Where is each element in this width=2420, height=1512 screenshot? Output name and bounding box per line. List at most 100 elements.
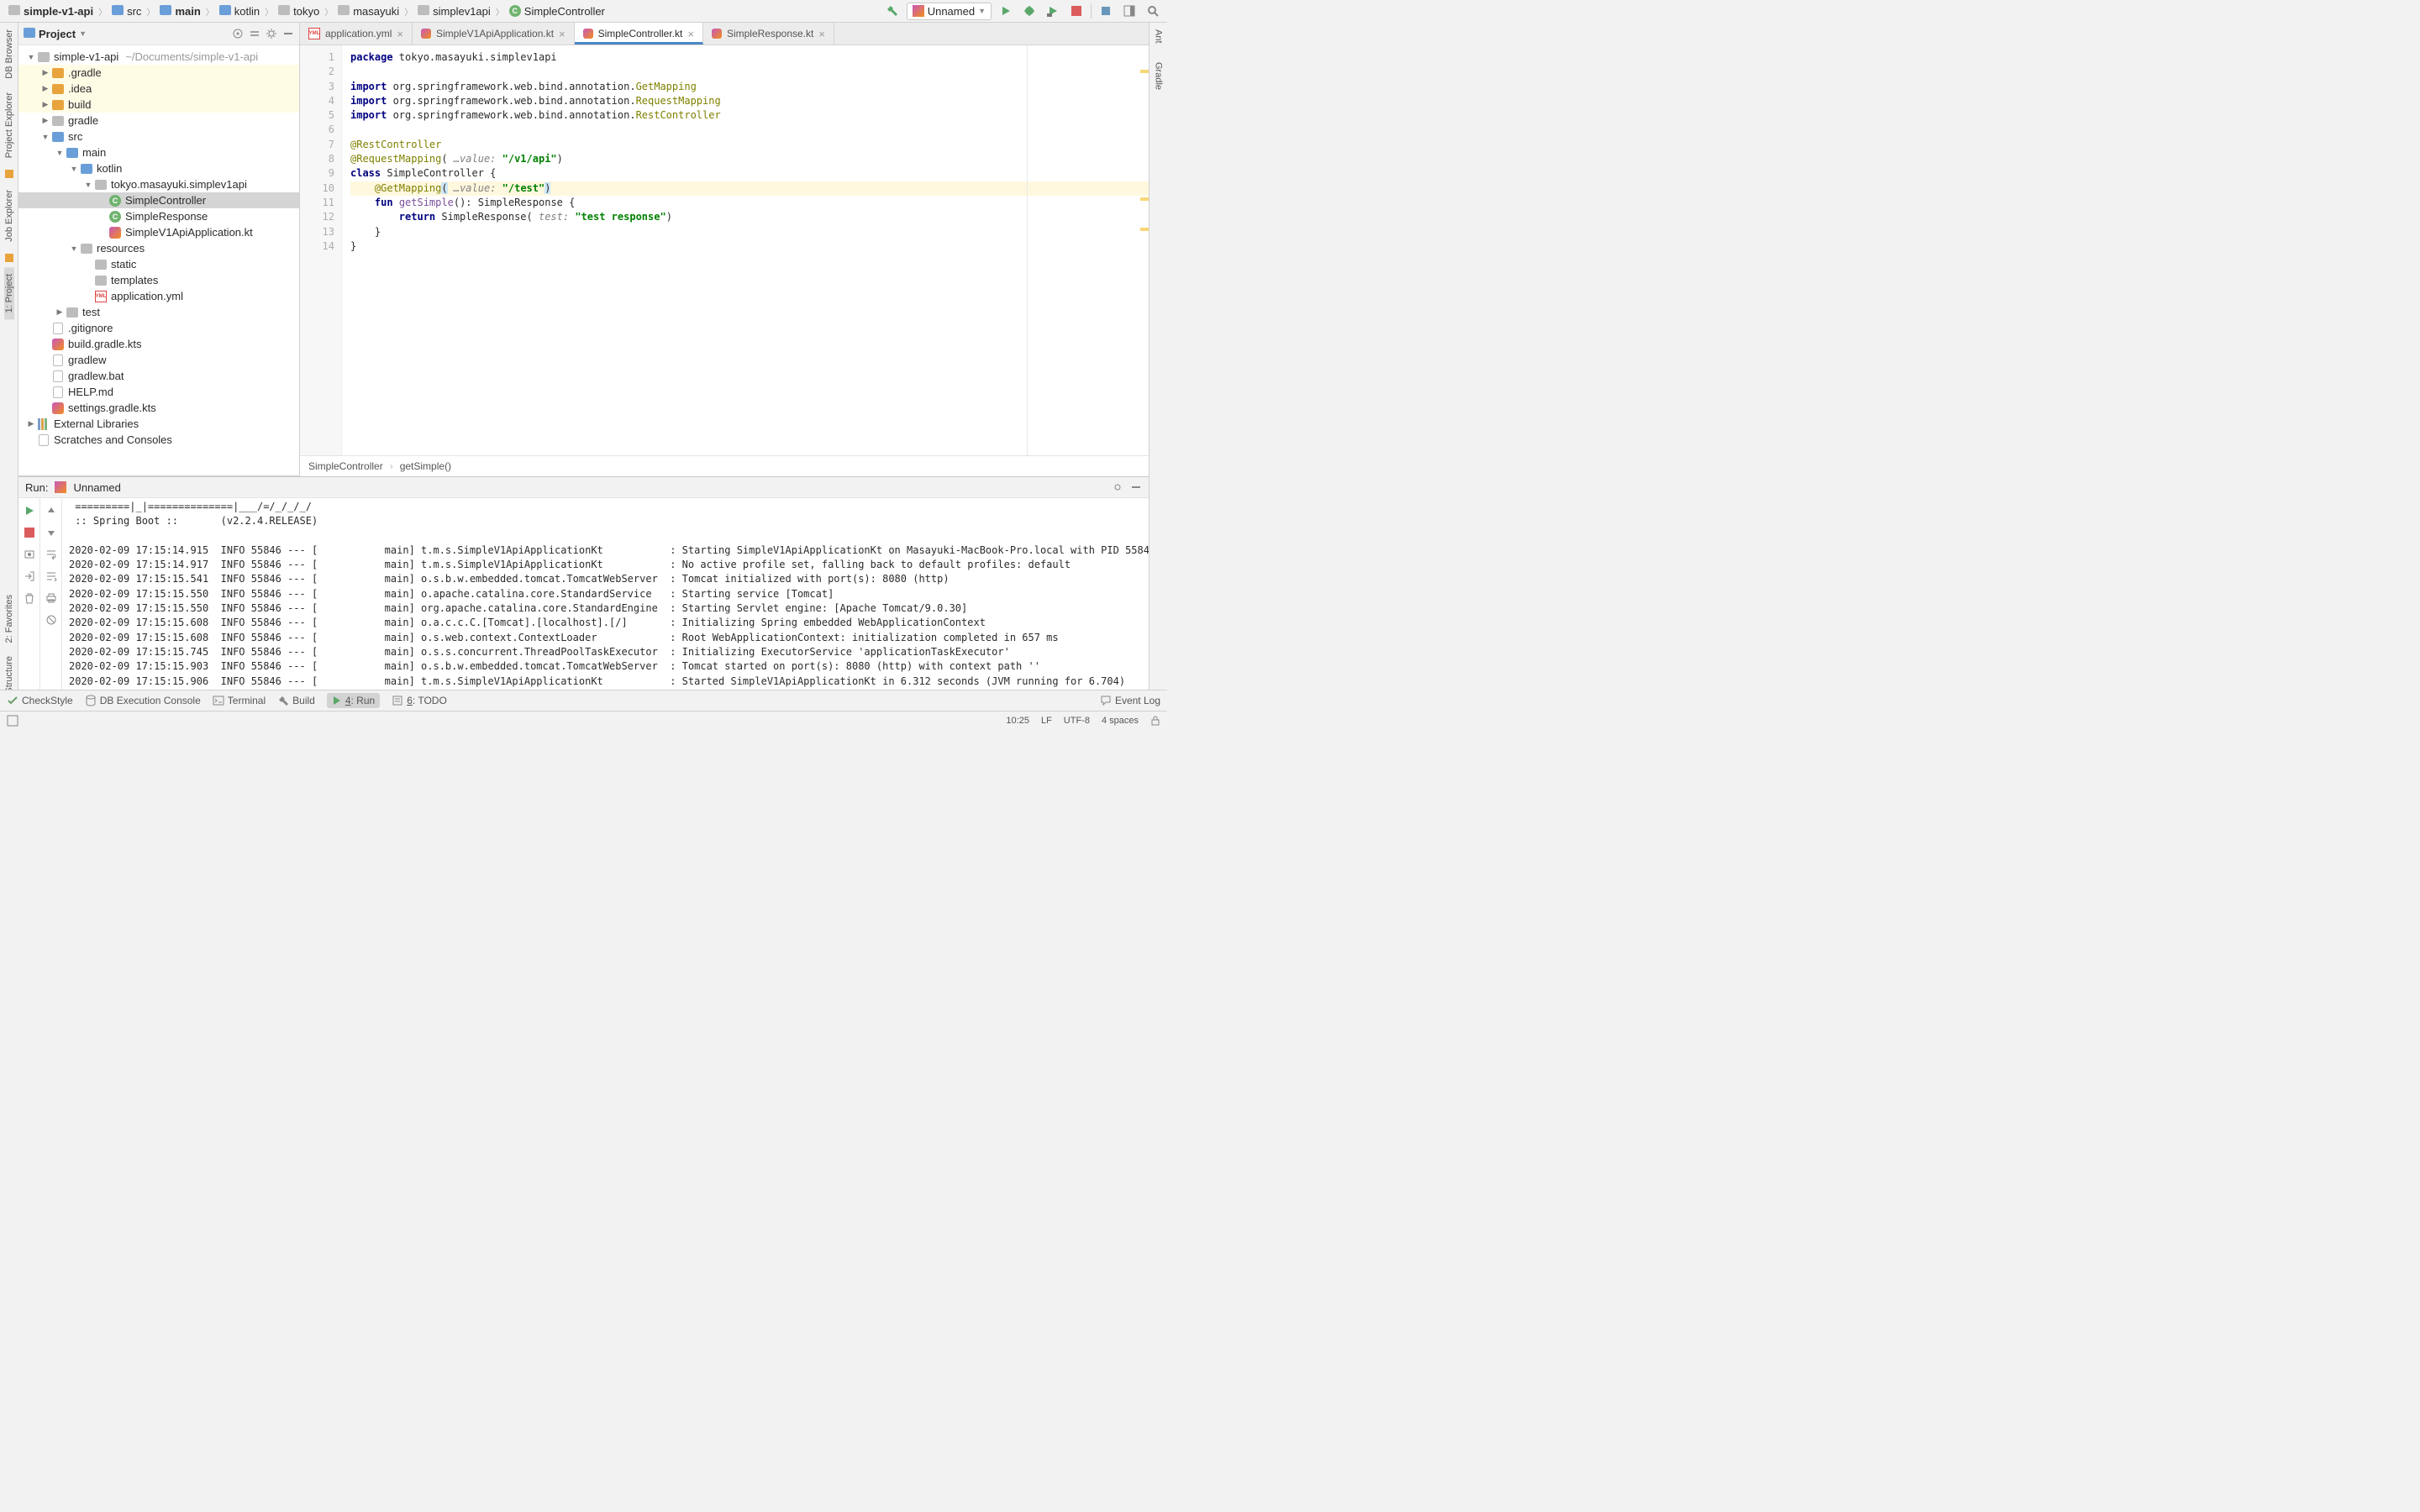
indent[interactable]: 4 spaces — [1102, 716, 1139, 726]
error-stripe[interactable] — [1139, 68, 1149, 434]
tree-build[interactable]: ▶build — [18, 97, 299, 113]
disclosure-icon[interactable]: ▶ — [39, 68, 51, 77]
hide-icon[interactable] — [282, 28, 294, 39]
tree-.gitignore[interactable]: .gitignore — [18, 320, 299, 336]
code-line-9[interactable]: class SimpleController { — [350, 166, 1149, 181]
tree-src[interactable]: ▼src — [18, 129, 299, 144]
toolwin-db-execution-console[interactable]: DB Execution Console — [85, 695, 201, 706]
crumb-kotlin[interactable]: kotlin — [216, 5, 263, 18]
tab-SimpleResponse.kt[interactable]: SimpleResponse.kt× — [703, 23, 834, 45]
code-line-7[interactable]: @RestController — [350, 138, 1149, 152]
git-button[interactable] — [1097, 2, 1115, 20]
disclosure-icon[interactable]: ▶ — [39, 84, 51, 93]
tree-resources[interactable]: ▼resources — [18, 240, 299, 256]
code-line-13[interactable]: } — [350, 225, 1149, 239]
crumb-class[interactable]: SimpleController — [308, 460, 383, 472]
tab-1-project[interactable]: 1: Project — [4, 267, 14, 319]
code-line-11[interactable]: fun getSimple(): SimpleResponse { — [350, 196, 1149, 210]
toolwin-4-run[interactable]: 4: Run — [327, 693, 380, 708]
toolwin-6-todo[interactable]: 6: TODO — [392, 695, 447, 706]
disclosure-icon[interactable]: ▼ — [68, 165, 80, 173]
code-line-3[interactable]: import org.springframework.web.bind.anno… — [350, 80, 1149, 94]
locate-icon[interactable] — [232, 28, 244, 39]
close-icon[interactable]: × — [687, 28, 694, 40]
disclosure-icon[interactable]: ▶ — [39, 100, 51, 109]
print-icon[interactable] — [42, 589, 60, 607]
disclosure-icon[interactable]: ▼ — [82, 181, 94, 189]
code-line-14[interactable]: } — [350, 239, 1149, 254]
tree-SimpleController[interactable]: CSimpleController — [18, 192, 299, 208]
tree-gradle[interactable]: ▶gradle — [18, 113, 299, 129]
code-line-1[interactable]: package tokyo.masayuki.simplev1api — [350, 50, 1149, 65]
tree-kotlin[interactable]: ▼kotlin — [18, 160, 299, 176]
scroll-icon[interactable] — [42, 567, 60, 585]
delete-button[interactable] — [20, 589, 39, 607]
tree-gradlew.bat[interactable]: gradlew.bat — [18, 368, 299, 384]
code-line-5[interactable]: import org.springframework.web.bind.anno… — [350, 108, 1149, 123]
code-line-10[interactable]: @GetMapping( …value: "/test") — [350, 181, 1149, 196]
debug-button[interactable] — [1020, 2, 1039, 20]
tree-application.yml[interactable]: YMLapplication.yml — [18, 288, 299, 304]
down-icon[interactable] — [42, 523, 60, 542]
tab-2-favorites[interactable]: 2: Favorites — [4, 588, 14, 649]
stop-button[interactable] — [20, 523, 39, 542]
tree-simple-v1-api[interactable]: ▼simple-v1-api~/Documents/simple-v1-api — [18, 49, 299, 65]
code-line-12[interactable]: return SimpleResponse( test: "test respo… — [350, 210, 1149, 224]
tree-gradlew[interactable]: gradlew — [18, 352, 299, 368]
tree-test[interactable]: ▶test — [18, 304, 299, 320]
lock-icon[interactable] — [1150, 716, 1160, 726]
tree-Scratches and Consoles[interactable]: Scratches and Consoles — [18, 432, 299, 448]
tab-project-explorer[interactable]: Project Explorer — [4, 86, 14, 165]
tree-HELP.md[interactable]: HELP.md — [18, 384, 299, 400]
tree-External Libraries[interactable]: ▶External Libraries — [18, 416, 299, 432]
gear-icon[interactable] — [266, 28, 277, 39]
code-line-4[interactable]: import org.springframework.web.bind.anno… — [350, 94, 1149, 108]
toolwin-build[interactable]: Build — [277, 695, 315, 706]
tree-build.gradle.kts[interactable]: build.gradle.kts — [18, 336, 299, 352]
crumb-src[interactable]: src — [108, 5, 145, 18]
tab-application.yml[interactable]: YMLapplication.yml× — [300, 23, 413, 45]
close-icon[interactable]: × — [559, 28, 566, 40]
disclosure-icon[interactable]: ▼ — [39, 133, 51, 141]
close-icon[interactable]: × — [818, 28, 825, 40]
event-log-button[interactable]: Event Log — [1100, 695, 1160, 706]
tree-settings.gradle.kts[interactable]: settings.gradle.kts — [18, 400, 299, 416]
wrap-icon[interactable] — [42, 545, 60, 564]
exit-button[interactable] — [20, 567, 39, 585]
tab-SimpleController.kt[interactable]: SimpleController.kt× — [575, 23, 703, 45]
file-encoding[interactable]: UTF-8 — [1064, 716, 1090, 726]
layout-button[interactable] — [1120, 2, 1139, 20]
close-icon[interactable]: × — [397, 28, 403, 40]
coverage-button[interactable] — [1044, 2, 1062, 20]
disclosure-icon[interactable]: ▶ — [25, 419, 37, 428]
caret-position[interactable]: 10:25 — [1006, 716, 1029, 726]
tab-job-explorer[interactable]: Job Explorer — [4, 183, 14, 249]
tree-.gradle[interactable]: ▶.gradle — [18, 65, 299, 81]
rerun-button[interactable] — [20, 501, 39, 520]
crumb-main[interactable]: main — [156, 5, 203, 18]
search-button[interactable] — [1144, 2, 1162, 20]
tab-gradle[interactable]: Gradle — [1154, 55, 1164, 97]
status-widgets-icon[interactable] — [7, 715, 18, 727]
console-output[interactable]: =========|_|==============|___/=/_/_/_/ … — [62, 498, 1149, 690]
disclosure-icon[interactable]: ▼ — [54, 149, 66, 157]
toolwin-terminal[interactable]: Terminal — [213, 695, 266, 706]
disclosure-icon[interactable]: ▶ — [39, 116, 51, 125]
tab-SimpleV1ApiApplication.kt[interactable]: SimpleV1ApiApplication.kt× — [413, 23, 575, 45]
tab-db-browser[interactable]: DB Browser — [4, 23, 14, 86]
dump-button[interactable] — [20, 545, 39, 564]
hide-icon[interactable] — [1130, 481, 1142, 493]
collapse-icon[interactable] — [249, 28, 260, 39]
run-config-selector[interactable]: Unnamed ▼ — [907, 3, 992, 20]
disclosure-icon[interactable]: ▼ — [68, 244, 80, 253]
hammer-icon[interactable] — [883, 2, 902, 20]
tree-templates[interactable]: templates — [18, 272, 299, 288]
crumb-simple-v1-api[interactable]: simple-v1-api — [5, 5, 97, 18]
code-line-8[interactable]: @RequestMapping( …value: "/v1/api") — [350, 152, 1149, 166]
code-area[interactable]: package tokyo.masayuki.simplev1api import… — [342, 45, 1149, 455]
tab-ant[interactable]: Ant — [1154, 23, 1164, 50]
toolwin-checkstyle[interactable]: CheckStyle — [7, 695, 73, 706]
stop-button[interactable] — [1067, 2, 1086, 20]
tree-main[interactable]: ▼main — [18, 144, 299, 160]
tree-SimpleV1ApiApplication.kt[interactable]: SimpleV1ApiApplication.kt — [18, 224, 299, 240]
